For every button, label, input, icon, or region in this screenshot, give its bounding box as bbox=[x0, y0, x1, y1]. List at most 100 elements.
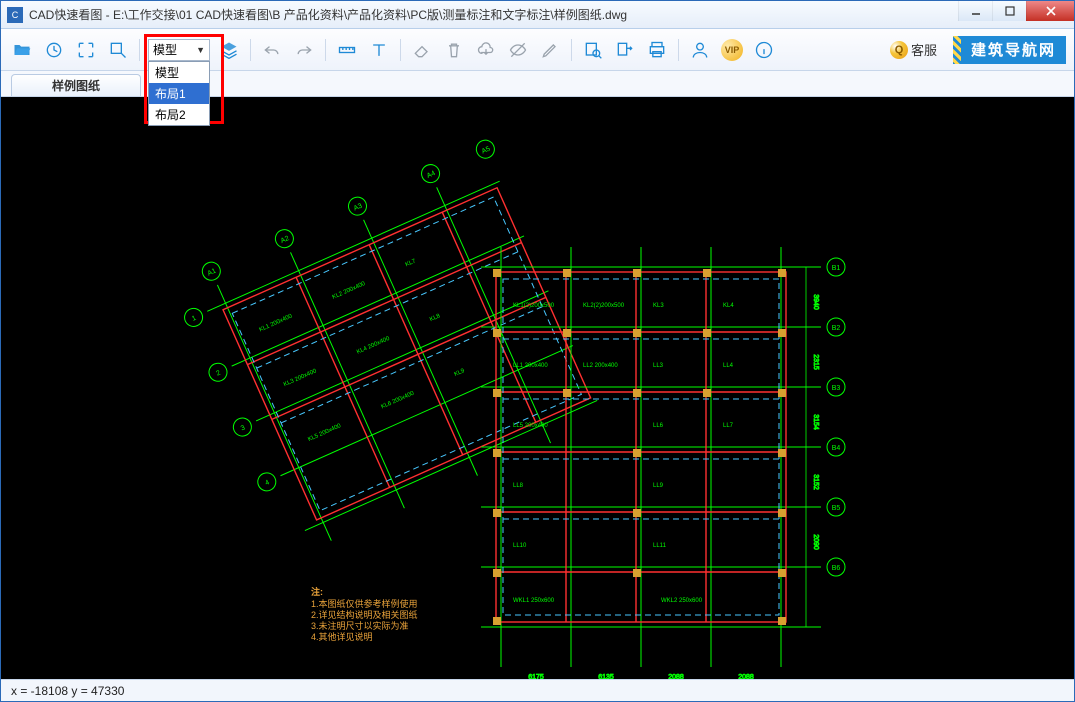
text-button[interactable] bbox=[366, 37, 392, 63]
svg-text:2.详见结构说明及相关图纸: 2.详见结构说明及相关图纸 bbox=[311, 609, 418, 620]
svg-text:KL3: KL3 bbox=[653, 303, 664, 309]
svg-text:LL2 200x400: LL2 200x400 bbox=[583, 363, 618, 369]
svg-text:KL4: KL4 bbox=[723, 303, 734, 309]
export-button[interactable] bbox=[612, 37, 638, 63]
svg-text:KL3 200x400: KL3 200x400 bbox=[283, 368, 318, 388]
window-buttons bbox=[958, 1, 1074, 28]
coordinates-readout: x = -18108 y = 47330 bbox=[11, 684, 124, 698]
svg-text:LL1 200x400: LL1 200x400 bbox=[513, 363, 548, 369]
app-window: C CAD快速看图 - E:\工作交接\01 CAD快速看图\B 产品化资料\产… bbox=[0, 0, 1075, 702]
svg-text:B5: B5 bbox=[832, 505, 841, 512]
svg-text:3.未注明尺寸以实际为准: 3.未注明尺寸以实际为准 bbox=[311, 620, 409, 631]
view-select-wrap: 模型 ▼ 模型 布局1 布局2 bbox=[148, 39, 210, 61]
view-select[interactable]: 模型 ▼ bbox=[148, 39, 210, 61]
user-button[interactable] bbox=[687, 37, 713, 63]
svg-text:KL1 200x400: KL1 200x400 bbox=[258, 313, 293, 333]
svg-text:2088: 2088 bbox=[668, 674, 684, 679]
svg-text:A2: A2 bbox=[280, 235, 291, 245]
measure-button[interactable] bbox=[334, 37, 360, 63]
svg-text:LL11: LL11 bbox=[653, 543, 667, 549]
zoom-window-button[interactable] bbox=[105, 37, 131, 63]
svg-text:B1: B1 bbox=[832, 265, 841, 272]
eraser-button[interactable] bbox=[409, 37, 435, 63]
app-icon: C bbox=[7, 7, 23, 23]
svg-text:6175: 6175 bbox=[528, 674, 544, 679]
tab-sample-drawing[interactable]: 样例图纸 bbox=[11, 74, 141, 96]
svg-text:LL8: LL8 bbox=[513, 483, 524, 489]
svg-text:2090: 2090 bbox=[812, 534, 819, 550]
zoom-extents-button[interactable] bbox=[73, 37, 99, 63]
svg-text:4: 4 bbox=[264, 479, 271, 487]
print-button[interactable] bbox=[644, 37, 670, 63]
svg-text:4.其他详见说明: 4.其他详见说明 bbox=[311, 631, 373, 642]
vip-button[interactable]: VIP bbox=[719, 37, 745, 63]
qq-icon: Q bbox=[890, 41, 908, 59]
status-bar: x = -18108 y = 47330 bbox=[1, 679, 1074, 701]
hide-button[interactable] bbox=[505, 37, 531, 63]
separator bbox=[571, 39, 572, 61]
maximize-button[interactable] bbox=[992, 1, 1026, 21]
svg-text:KL6 200x400: KL6 200x400 bbox=[380, 390, 415, 410]
kefu-label: 客服 bbox=[911, 40, 937, 59]
edit-button[interactable] bbox=[537, 37, 563, 63]
svg-text:LL3: LL3 bbox=[653, 363, 664, 369]
drawing-notes: 注: 1.本图纸仅供参考样例使用 2.详见结构说明及相关图纸 3.未注明尺寸以实… bbox=[311, 586, 418, 642]
svg-text:LL10: LL10 bbox=[513, 543, 527, 549]
view-option-layout1[interactable]: 布局1 bbox=[149, 83, 209, 104]
svg-text:A4: A4 bbox=[426, 170, 437, 180]
svg-text:注:: 注: bbox=[311, 586, 323, 597]
svg-text:A3: A3 bbox=[353, 203, 364, 213]
close-button[interactable] bbox=[1026, 1, 1074, 21]
find-button[interactable] bbox=[580, 37, 606, 63]
svg-text:KL4 200x400: KL4 200x400 bbox=[356, 336, 391, 356]
redo-button[interactable] bbox=[291, 37, 317, 63]
svg-text:LL5 200x400: LL5 200x400 bbox=[513, 423, 548, 429]
svg-text:KL2 200x400: KL2 200x400 bbox=[332, 281, 367, 301]
customer-service-button[interactable]: Q 客服 bbox=[884, 40, 943, 59]
svg-text:LL6: LL6 bbox=[653, 423, 664, 429]
minimize-button[interactable] bbox=[958, 1, 992, 21]
view-option-model[interactable]: 模型 bbox=[149, 62, 209, 83]
svg-text:KL1(2)200x500: KL1(2)200x500 bbox=[513, 303, 555, 309]
toolbar: 模型 ▼ 模型 布局1 布局2 VIP Q bbox=[1, 29, 1074, 71]
svg-text:3940: 3940 bbox=[812, 294, 819, 310]
layers-button[interactable] bbox=[216, 37, 242, 63]
svg-text:B2: B2 bbox=[832, 325, 841, 332]
svg-text:KL8: KL8 bbox=[429, 313, 442, 323]
svg-text:B6: B6 bbox=[832, 565, 841, 572]
delete-button[interactable] bbox=[441, 37, 467, 63]
separator bbox=[250, 39, 251, 61]
separator bbox=[325, 39, 326, 61]
chevron-down-icon: ▼ bbox=[196, 45, 205, 55]
view-select-value: 模型 bbox=[153, 41, 177, 58]
svg-text:1: 1 bbox=[191, 315, 198, 323]
separator bbox=[139, 39, 140, 61]
cloud-download-button[interactable] bbox=[473, 37, 499, 63]
separator bbox=[678, 39, 679, 61]
navsite-link[interactable]: 建筑导航网 bbox=[953, 36, 1066, 64]
svg-text:2315: 2315 bbox=[812, 354, 819, 370]
open-file-button[interactable] bbox=[9, 37, 35, 63]
svg-text:B3: B3 bbox=[832, 385, 841, 392]
svg-text:LL4: LL4 bbox=[723, 363, 734, 369]
svg-text:KL9: KL9 bbox=[453, 368, 466, 378]
separator bbox=[400, 39, 401, 61]
window-title: CAD快速看图 - E:\工作交接\01 CAD快速看图\B 产品化资料\产品化… bbox=[29, 6, 958, 23]
svg-text:WKL1 250x600: WKL1 250x600 bbox=[513, 598, 555, 604]
svg-text:KL7: KL7 bbox=[405, 258, 418, 268]
svg-text:KL2(2)200x500: KL2(2)200x500 bbox=[583, 303, 625, 309]
info-button[interactable] bbox=[751, 37, 777, 63]
vip-icon: VIP bbox=[721, 39, 743, 61]
svg-text:6135: 6135 bbox=[598, 674, 614, 679]
svg-text:KL5 200x400: KL5 200x400 bbox=[307, 423, 342, 443]
svg-text:LL9: LL9 bbox=[653, 483, 664, 489]
svg-text:2088: 2088 bbox=[738, 674, 754, 679]
undo-button[interactable] bbox=[259, 37, 285, 63]
drawing-canvas[interactable]: A1 A2 A3 A4 A5 1 2 3 4 KL1 200x400KL2 20… bbox=[1, 97, 1074, 679]
svg-text:A5: A5 bbox=[481, 146, 492, 156]
view-option-layout2[interactable]: 布局2 bbox=[149, 104, 209, 125]
svg-text:3154: 3154 bbox=[812, 414, 819, 430]
svg-text:3152: 3152 bbox=[812, 474, 819, 490]
view-dropdown: 模型 布局1 布局2 bbox=[148, 61, 210, 126]
history-button[interactable] bbox=[41, 37, 67, 63]
